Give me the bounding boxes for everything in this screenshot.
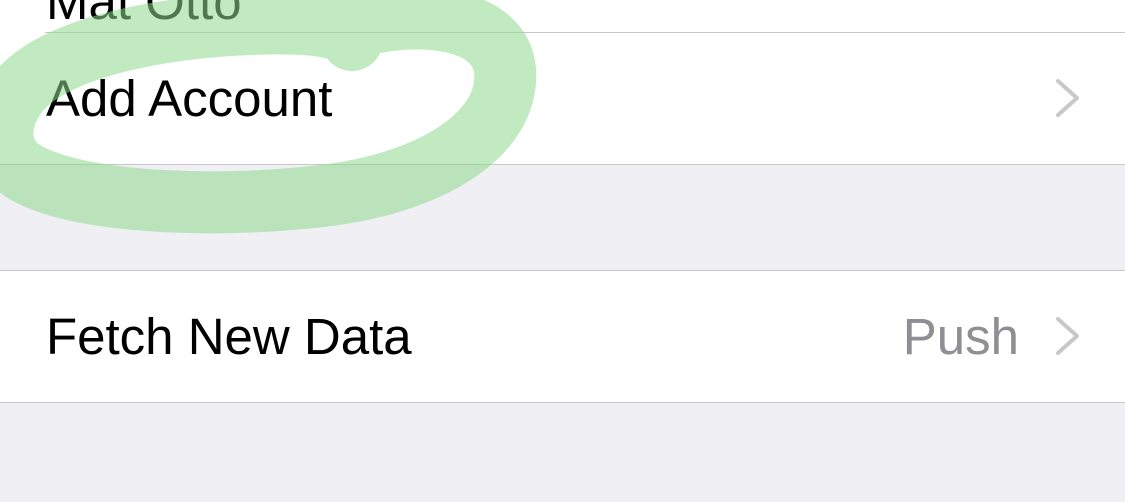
fetch-new-data-row[interactable]: Fetch New Data Push [0,271,1125,402]
account-row-label: Mat Otto [46,0,242,30]
chevron-right-icon [1056,79,1079,117]
add-account-row[interactable]: Add Account [0,33,1125,164]
fetch-new-data-value: Push [902,308,1019,365]
settings-screen: Mat Otto Add Account Fetch New Data Push [0,0,1125,502]
fetch-group: Fetch New Data Push [0,270,1125,403]
fetch-new-data-label: Fetch New Data [46,308,412,365]
add-account-label: Add Account [46,70,333,127]
account-row-partial[interactable]: Mat Otto [0,0,1125,32]
accounts-group: Mat Otto Add Account [0,0,1125,165]
chevron-right-icon [1056,317,1079,355]
